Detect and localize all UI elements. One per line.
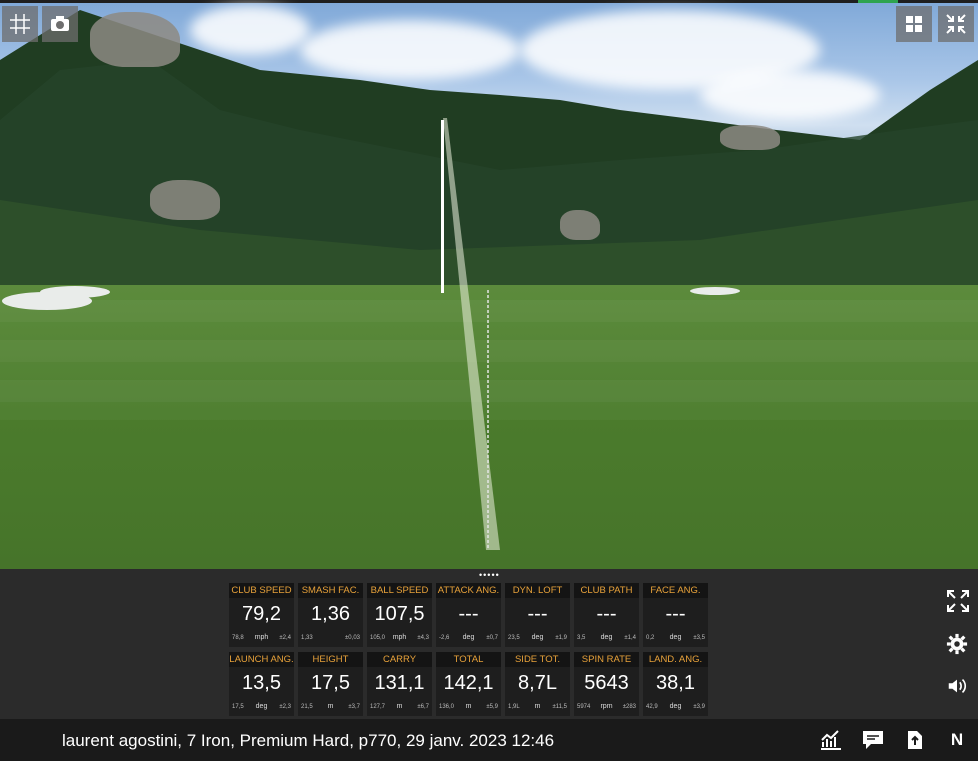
range-scene bbox=[0, 0, 978, 569]
metric-value: 1,36 bbox=[311, 603, 350, 625]
metric-deviation: ±1,9 bbox=[555, 635, 567, 641]
metric-mean: 1,33 bbox=[301, 635, 313, 641]
metric-value: 79,2 bbox=[242, 603, 281, 625]
metric-label: LAUNCH ANG. bbox=[229, 652, 294, 667]
metric-card[interactable]: LAND. ANG. 38,1 42,9 deg ±3,9 bbox=[643, 652, 708, 716]
collapse-button[interactable] bbox=[938, 6, 974, 42]
metric-label: TOTAL bbox=[436, 652, 501, 667]
metric-card[interactable]: SMASH FAC. 1,36 1,33 ±0,03 bbox=[298, 583, 363, 647]
layout-button[interactable] bbox=[896, 6, 932, 42]
metric-label: SIDE TOT. bbox=[505, 652, 570, 667]
metric-value: --- bbox=[596, 603, 617, 625]
metric-value: 8,7L bbox=[518, 672, 557, 694]
metric-value: 38,1 bbox=[656, 672, 695, 694]
metric-label: FACE ANG. bbox=[643, 583, 708, 598]
metric-label: CLUB SPEED bbox=[229, 583, 294, 598]
share-button[interactable] bbox=[902, 729, 928, 751]
metric-card[interactable]: DYN. LOFT --- 23,5 deg ±1,9 bbox=[505, 583, 570, 647]
drag-handle[interactable]: ••••• bbox=[479, 571, 500, 580]
metric-value: 17,5 bbox=[311, 672, 350, 694]
metric-deviation: ±3,9 bbox=[693, 704, 705, 710]
metric-label: CARRY bbox=[367, 652, 432, 667]
metric-value: --- bbox=[665, 603, 686, 625]
metric-label: SMASH FAC. bbox=[298, 583, 363, 598]
stats-button[interactable] bbox=[818, 729, 844, 751]
metric-value: --- bbox=[527, 603, 548, 625]
status-bar: laurent agostini, 7 Iron, Premium Hard, … bbox=[0, 719, 978, 761]
metric-value: 107,5 bbox=[374, 603, 425, 625]
grid-toggle-button[interactable] bbox=[2, 6, 38, 42]
metric-deviation: ±2,4 bbox=[279, 635, 291, 641]
metric-value: --- bbox=[458, 603, 479, 625]
message-button[interactable] bbox=[860, 729, 886, 751]
camera-button[interactable] bbox=[42, 6, 78, 42]
metric-label: ATTACK ANG. bbox=[436, 583, 501, 598]
fullscreen-button[interactable] bbox=[944, 587, 972, 615]
metric-label: CLUB PATH bbox=[574, 583, 639, 598]
metric-card[interactable]: CLUB PATH --- 3,5 deg ±1,4 bbox=[574, 583, 639, 647]
metric-deviation: ±3,5 bbox=[693, 635, 705, 641]
metric-card[interactable]: HEIGHT 17,5 21,5 m ±3,7 bbox=[298, 652, 363, 716]
metric-value: 131,1 bbox=[374, 672, 425, 694]
metric-card[interactable]: TOTAL 142,1 136,0 m ±5,9 bbox=[436, 652, 501, 716]
message-icon bbox=[863, 731, 883, 749]
metric-value: 142,1 bbox=[443, 672, 494, 694]
metric-card[interactable]: LAUNCH ANG. 13,5 17,5 deg ±2,3 bbox=[229, 652, 294, 716]
metric-label: BALL SPEED bbox=[367, 583, 432, 598]
metric-card[interactable]: CLUB SPEED 79,2 78,8 mph ±2,4 bbox=[229, 583, 294, 647]
ball-trajectory bbox=[443, 118, 500, 550]
metric-deviation: ±3,7 bbox=[348, 704, 360, 710]
metric-label: SPIN RATE bbox=[574, 652, 639, 667]
metric-deviation: ±6,7 bbox=[417, 704, 429, 710]
speaker-icon bbox=[948, 679, 967, 693]
metric-label: LAND. ANG. bbox=[643, 652, 708, 667]
metric-card[interactable]: SIDE TOT. 8,7L 1,9L m ±11,5 bbox=[505, 652, 570, 716]
metric-card[interactable]: ATTACK ANG. --- -2,6 deg ±0,7 bbox=[436, 583, 501, 647]
metric-card[interactable]: BALL SPEED 107,5 105,0 mph ±4,3 bbox=[367, 583, 432, 647]
metric-value: 13,5 bbox=[242, 672, 281, 694]
metric-label: DYN. LOFT bbox=[505, 583, 570, 598]
metric-deviation: ±2,3 bbox=[279, 704, 291, 710]
north-toggle[interactable]: N bbox=[944, 729, 970, 751]
sound-button[interactable] bbox=[943, 672, 971, 700]
metric-label: HEIGHT bbox=[298, 652, 363, 667]
metric-deviation: ±1,4 bbox=[624, 635, 636, 641]
metric-deviation: ±11,5 bbox=[552, 704, 567, 710]
metric-card[interactable]: CARRY 131,1 127,7 m ±6,7 bbox=[367, 652, 432, 716]
gear-icon bbox=[946, 633, 968, 655]
chart-icon bbox=[821, 730, 841, 750]
metric-deviation: ±283 bbox=[622, 704, 636, 710]
metric-deviation: ±0,7 bbox=[486, 635, 498, 641]
settings-button[interactable] bbox=[943, 630, 971, 658]
shot-info: laurent agostini, 7 Iron, Premium Hard, … bbox=[62, 731, 555, 750]
collapse-icon bbox=[946, 14, 966, 34]
metric-card[interactable]: SPIN RATE 5643 5974 rpm ±283 bbox=[574, 652, 639, 716]
share-icon bbox=[908, 731, 922, 749]
metrics-panel: CLUB SPEED 79,2 78,8 mph ±2,4 SMASH FAC. 1,36 1… bbox=[0, 579, 978, 719]
metric-deviation: ±5,9 bbox=[486, 704, 498, 710]
camera-icon bbox=[51, 16, 69, 31]
metric-value: 5643 bbox=[584, 672, 629, 694]
layout-icon bbox=[906, 16, 922, 32]
metric-deviation: ±4,3 bbox=[417, 635, 429, 641]
metric-deviation: ±0,03 bbox=[345, 635, 360, 641]
grid-icon bbox=[10, 14, 30, 34]
metric-card[interactable]: FACE ANG. --- 0,2 deg ±3,5 bbox=[643, 583, 708, 647]
flag-pole bbox=[441, 120, 444, 293]
expand-icon bbox=[947, 590, 969, 612]
